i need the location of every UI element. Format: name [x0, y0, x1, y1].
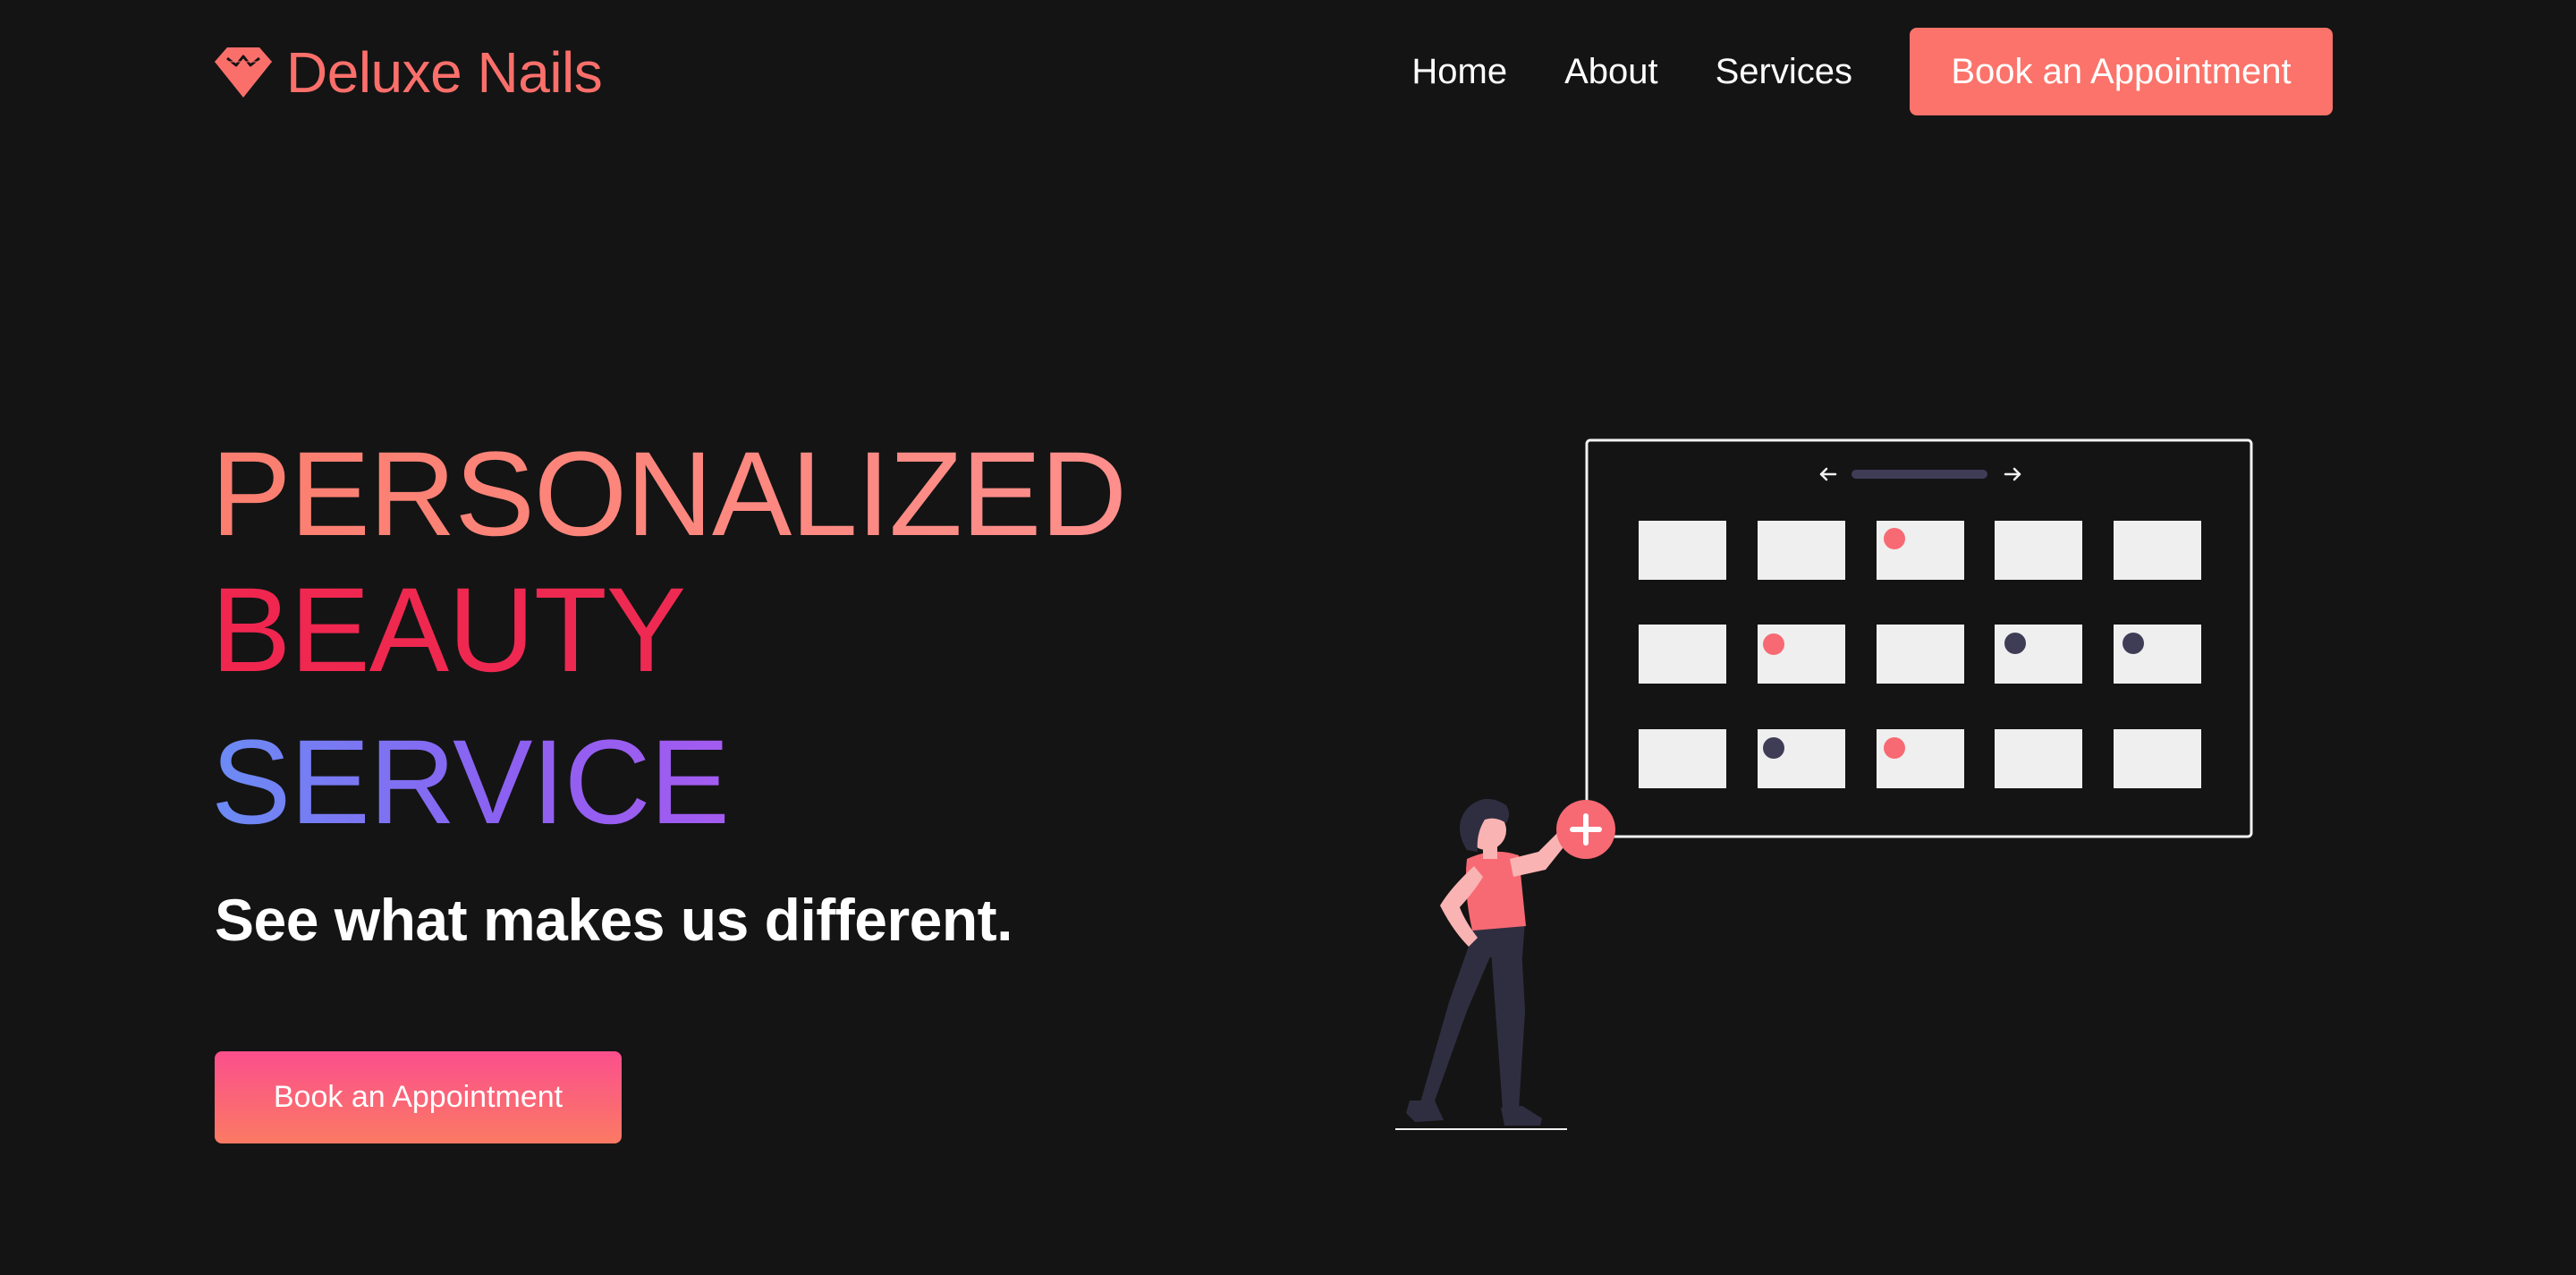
calendar-event-dot	[1763, 737, 1784, 759]
calendar-right-arrow-icon	[2004, 467, 2021, 481]
calendar-event-dot	[1763, 633, 1784, 655]
calendar-cell	[1877, 625, 1964, 684]
page: Deluxe Nails Home About Services Book an…	[0, 0, 2576, 1275]
calendar-cell	[2114, 521, 2201, 580]
brand-name: Deluxe Nails	[286, 40, 603, 105]
nav-book-appointment-button[interactable]: Book an Appointment	[1910, 28, 2333, 115]
person-figure	[1406, 798, 1574, 1126]
calendar-cell	[2114, 625, 2201, 684]
nav-link-about[interactable]: About	[1564, 52, 1658, 92]
nav-links: Home About Services Book an Appointment	[1411, 28, 2333, 115]
calendar-left-arrow-icon	[1819, 467, 1837, 481]
calendar-event-dot	[2123, 633, 2144, 654]
hero-title-line-service: SERVICE	[211, 716, 730, 849]
nav-link-services[interactable]: Services	[1716, 52, 1852, 92]
nav-link-home[interactable]: Home	[1411, 52, 1507, 92]
calendar-event-dot	[1884, 528, 1905, 549]
calendar-cell	[2114, 729, 2201, 788]
calendar-grid	[1639, 521, 2201, 788]
calendar-booking-illustration	[1395, 438, 2253, 1130]
calendar-month-bar	[1852, 470, 1987, 479]
calendar-event-dot	[1884, 737, 1905, 759]
calendar-cell	[1639, 625, 1726, 684]
hero-title-line-beauty: BEAUTY	[211, 564, 686, 697]
hero-book-appointment-button[interactable]: Book an Appointment	[215, 1051, 622, 1143]
calendar-cell	[1995, 729, 2082, 788]
diamond-icon	[215, 47, 272, 98]
navbar: Deluxe Nails Home About Services Book an…	[215, 28, 2333, 115]
calendar-cell	[1758, 521, 1845, 580]
hero-title-line-personalized: PERSONALIZED	[211, 428, 1127, 561]
calendar-cell	[1639, 521, 1726, 580]
calendar-cell	[1995, 521, 2082, 580]
brand-logo-link[interactable]: Deluxe Nails	[215, 40, 603, 105]
calendar-event-dot	[2004, 633, 2026, 654]
hero-subtitle: See what makes us different.	[215, 887, 1013, 953]
calendar-cell	[1877, 729, 1964, 788]
calendar-cell	[1639, 729, 1726, 788]
calendar-cell	[1995, 625, 2082, 684]
